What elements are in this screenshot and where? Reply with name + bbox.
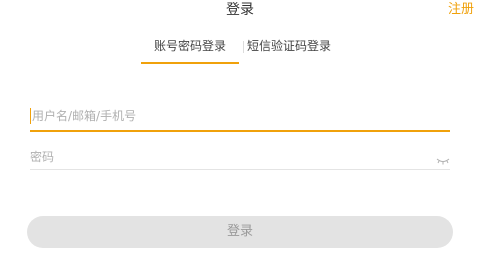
password-input[interactable] [30, 147, 420, 167]
tab-divider [243, 41, 244, 53]
password-field [30, 147, 450, 170]
username-input[interactable] [32, 106, 422, 126]
register-link[interactable]: 注册 [448, 0, 474, 20]
tab-sms-code[interactable]: 短信验证码登录 [246, 34, 332, 64]
login-method-tabs: 账号密码登录 短信验证码登录 [0, 34, 480, 66]
active-tab-indicator [141, 62, 239, 64]
eye-closed-icon[interactable] [436, 151, 450, 165]
username-field [30, 106, 450, 132]
tab-account-password[interactable]: 账号密码登录 [141, 34, 239, 64]
text-caret [30, 108, 31, 124]
page-title: 登录 [226, 2, 254, 18]
login-button[interactable]: 登录 [27, 216, 453, 248]
